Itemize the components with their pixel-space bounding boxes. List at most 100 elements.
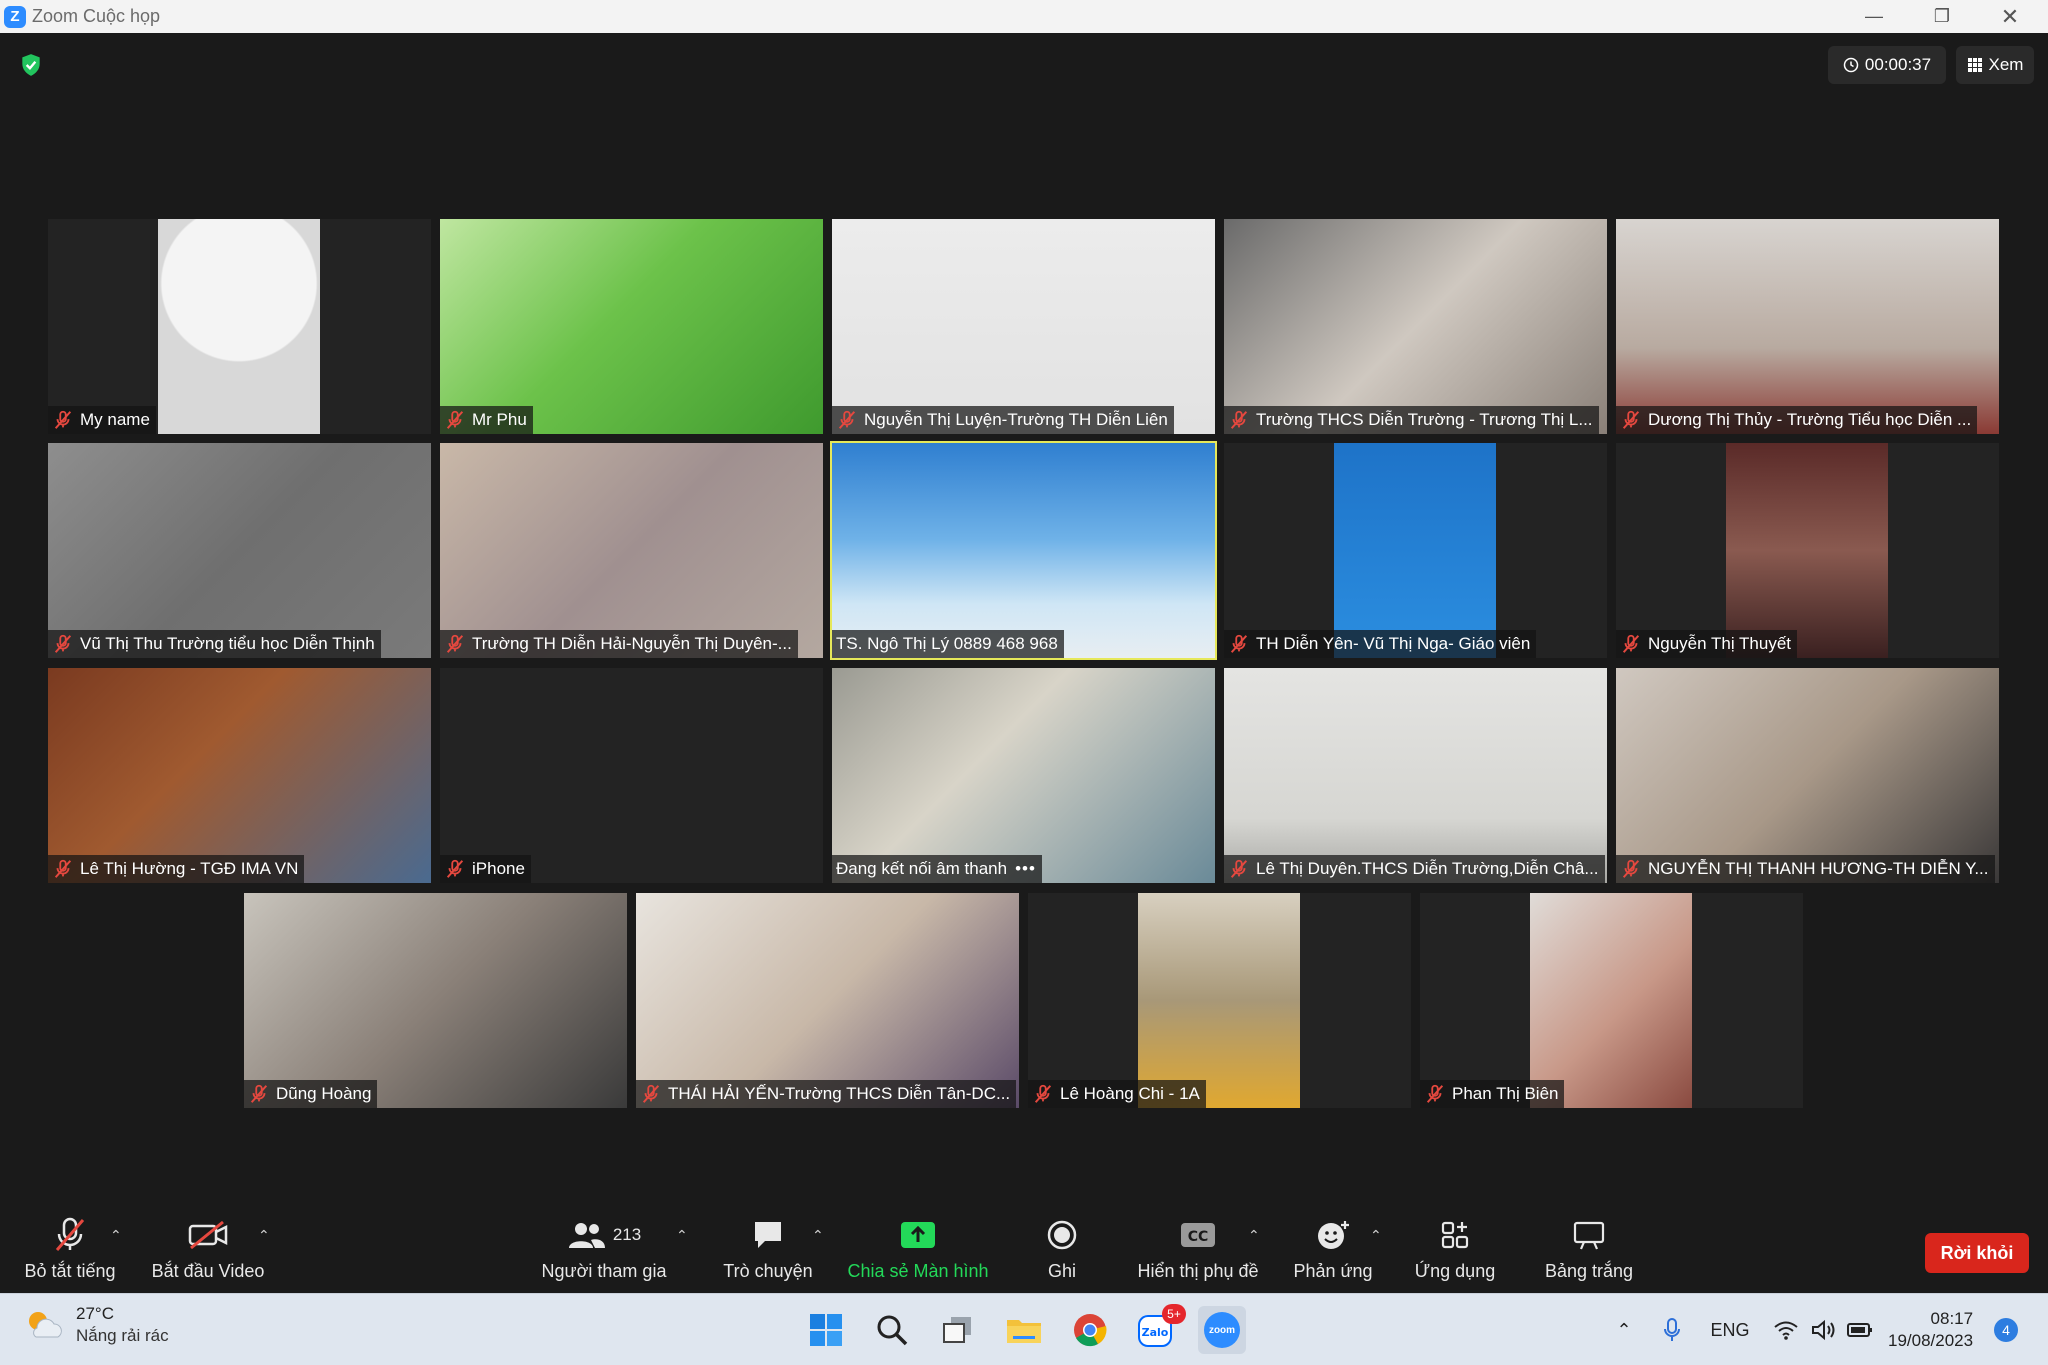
participant-tile[interactable]: Nguyễn Thị Thuyết <box>1616 443 1999 658</box>
participant-tile[interactable]: My name <box>48 219 431 434</box>
zoom-app-icon: zoom <box>1204 1312 1240 1348</box>
start-video-label: Bắt đầu Video <box>151 1261 265 1281</box>
zalo-button[interactable]: Zalo 5+ <box>1132 1304 1186 1354</box>
windows-logo-icon <box>810 1314 842 1346</box>
participant-name: Dương Thị Thủy - Trường Tiểu học Diễn ..… <box>1648 410 1972 429</box>
participant-tile[interactable]: TH Diễn Yên- Vũ Thị Nga- Giáo viên <box>1224 443 1607 658</box>
video-options-caret-icon[interactable]: ⌃ <box>258 1227 270 1244</box>
active-speaker-tile[interactable]: TS. Ngô Thị Lý 0889 468 968 <box>830 441 1217 660</box>
participant-name: Phan Thị Biên <box>1452 1084 1559 1103</box>
participant-tile[interactable]: Lê Thị Hường - TGĐ IMA VN <box>48 668 431 883</box>
participant-tile[interactable]: Mr Phu <box>440 219 823 434</box>
search-button[interactable] <box>868 1306 916 1354</box>
unmute-label: Bỏ tắt tiếng <box>24 1261 116 1281</box>
participant-video <box>1334 443 1496 658</box>
window-title: Zoom Cuộc họp <box>32 6 161 26</box>
participant-name-label: Mr Phu <box>440 406 533 434</box>
show-hidden-icons-button[interactable]: ⌃ <box>1606 1294 1642 1365</box>
clock-time: 08:17 <box>1930 1309 1974 1328</box>
svg-text:CC: CC <box>1188 1229 1209 1245</box>
participant-name-label: TS. Ngô Thị Lý 0889 468 968 <box>832 630 1064 658</box>
file-explorer-button[interactable] <box>1000 1306 1048 1354</box>
encryption-shield-icon[interactable] <box>18 52 44 78</box>
chrome-icon <box>1074 1314 1107 1347</box>
participants-options-caret-icon[interactable]: ⌃ <box>676 1227 688 1244</box>
leave-meeting-button[interactable]: Rời khỏi <box>1925 1233 2029 1273</box>
participant-tile[interactable]: Đang kết nối âm thanh ••• <box>832 668 1215 883</box>
share-screen-label: Chia sẻ Màn hình <box>847 1261 989 1281</box>
zoom-taskbar-button[interactable]: zoom <box>1198 1306 1246 1354</box>
participant-video <box>832 219 1215 434</box>
participant-count: 213 <box>612 1225 642 1244</box>
temperature: 27°C <box>76 1304 114 1323</box>
clock-date: 19/08/2023 <box>1888 1331 1974 1350</box>
chat-label: Trò chuyện <box>723 1261 813 1281</box>
participant-name: NGUYỄN THỊ THANH HƯƠNG-TH DIỄN Y... <box>1648 859 1989 878</box>
participant-tile[interactable]: NGUYỄN THỊ THANH HƯƠNG-TH DIỄN Y... <box>1616 668 1999 883</box>
share-screen-icon <box>901 1222 935 1248</box>
participant-name-label: Dương Thị Thủy - Trường Tiểu học Diễn ..… <box>1616 406 1978 434</box>
volume-icon[interactable] <box>1806 1294 1842 1365</box>
participant-video <box>832 668 1215 883</box>
close-button[interactable]: ✕ <box>1976 0 2044 33</box>
battery-icon[interactable] <box>1842 1294 1878 1365</box>
participant-tile[interactable]: Vũ Thị Thu Trường tiểu học Diễn Thịnh <box>48 443 431 658</box>
participant-name: Trường THCS Diễn Trường - Trương Thị L..… <box>1256 410 1593 429</box>
audio-options-caret-icon[interactable]: ⌃ <box>110 1227 122 1244</box>
input-language-button[interactable]: ENG <box>1702 1294 1758 1365</box>
muted-mic-icon <box>1426 1084 1444 1103</box>
participant-tile[interactable]: Trường THCS Diễn Trường - Trương Thị L..… <box>1224 219 1607 434</box>
participant-name-label: Lê Thị Hường - TGĐ IMA VN <box>48 855 305 883</box>
participant-tile[interactable]: Lê Hoàng Chi - 1A <box>1028 893 1411 1108</box>
muted-mic-icon <box>446 410 464 429</box>
chat-options-caret-icon[interactable]: ⌃ <box>812 1227 824 1244</box>
record-button[interactable]: Ghi <box>1022 1215 1102 1287</box>
microphone-tray-icon[interactable] <box>1654 1294 1690 1365</box>
restore-button[interactable]: ❐ <box>1908 0 1976 33</box>
start-video-button[interactable]: Bắt đầu Video <box>146 1215 270 1287</box>
captions-options-caret-icon[interactable]: ⌃ <box>1248 1227 1260 1244</box>
start-button[interactable] <box>802 1306 850 1354</box>
muted-mic-icon <box>1622 634 1640 653</box>
participant-name-label: Trường THCS Diễn Trường - Trương Thị L..… <box>1224 406 1599 434</box>
unmute-button[interactable]: Bỏ tắt tiếng <box>18 1215 122 1287</box>
participant-tile[interactable]: iPhone <box>440 668 823 883</box>
participants-button[interactable]: 213 Người tham gia <box>534 1215 674 1287</box>
view-button[interactable]: Xem <box>1956 46 2034 84</box>
participant-name-label: Trường TH Diễn Hải-Nguyễn Thị Duyên-... <box>440 630 798 658</box>
minimize-button[interactable]: — <box>1840 0 1908 33</box>
participant-tile[interactable]: Trường TH Diễn Hải-Nguyễn Thị Duyên-... <box>440 443 823 658</box>
participant-name-label: NGUYỄN THỊ THANH HƯƠNG-TH DIỄN Y... <box>1616 855 1995 883</box>
participant-tile[interactable]: Lê Thị Duyên.THCS Diễn Trường,Diễn Châ..… <box>1224 668 1607 883</box>
reactions-options-caret-icon[interactable]: ⌃ <box>1370 1227 1382 1244</box>
muted-mic-icon <box>1622 859 1640 878</box>
clock-icon <box>1843 57 1859 73</box>
wifi-icon[interactable] <box>1768 1294 1804 1365</box>
participant-name: Lê Hoàng Chi - 1A <box>1060 1084 1200 1103</box>
whiteboard-button[interactable]: Bảng trắng <box>1538 1215 1640 1287</box>
notification-count-badge[interactable]: 4 <box>1994 1318 2018 1342</box>
participants-label: Người tham gia <box>541 1261 667 1281</box>
task-view-button[interactable] <box>934 1306 982 1354</box>
participant-name-label: Vũ Thị Thu Trường tiểu học Diễn Thịnh <box>48 630 381 658</box>
muted-mic-icon <box>250 1084 268 1103</box>
zoom-meeting-window: Z Zoom Cuộc họp — ❐ ✕ 00:00:37 Xem My na… <box>0 0 2048 1365</box>
reactions-button[interactable]: Phản ứng <box>1290 1215 1376 1287</box>
participant-tile[interactable]: Phan Thị Biên <box>1420 893 1803 1108</box>
share-screen-button[interactable]: Chia sẻ Màn hình <box>840 1215 996 1287</box>
record-icon <box>1047 1220 1077 1250</box>
participant-tile[interactable]: Nguyễn Thị Luyện-Trường TH Diễn Liên <box>832 219 1215 434</box>
chrome-button[interactable] <box>1066 1306 1114 1354</box>
participant-tile[interactable]: Dũng Hoàng <box>244 893 627 1108</box>
chat-button[interactable]: Trò chuyện <box>716 1215 820 1287</box>
participant-video <box>244 893 627 1108</box>
participant-video <box>1726 443 1888 658</box>
participant-tile[interactable]: THÁI HẢI YẾN-Trường THCS Diễn Tân-DC... <box>636 893 1019 1108</box>
weather-widget[interactable]: 27°C Nắng rải rác <box>24 1304 169 1346</box>
system-clock[interactable]: 08:17 19/08/2023 <box>1888 1308 1973 1352</box>
muted-mic-icon <box>54 859 72 878</box>
show-captions-button[interactable]: CC Hiển thị phụ đề <box>1130 1215 1266 1287</box>
participant-name: Lê Thị Duyên.THCS Diễn Trường,Diễn Châ..… <box>1256 859 1599 878</box>
participant-tile[interactable]: Dương Thị Thủy - Trường Tiểu học Diễn ..… <box>1616 219 1999 434</box>
apps-button[interactable]: Ứng dụng <box>1408 1215 1502 1287</box>
